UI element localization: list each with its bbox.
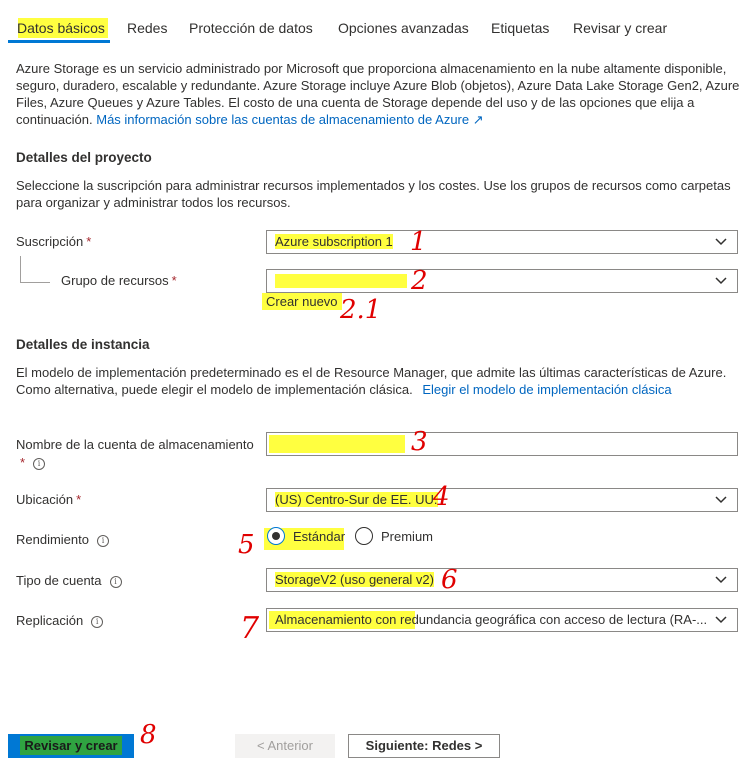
annotation-7: 7 bbox=[240, 611, 260, 646]
classic-deployment-link[interactable]: Elegir el modelo de implementación clási… bbox=[422, 382, 671, 397]
location-label: Ubicación * bbox=[16, 492, 82, 507]
location-select[interactable]: (US) Centro-Sur de EE. UU. bbox=[266, 488, 738, 512]
info-icon[interactable]: i bbox=[97, 534, 109, 547]
annotation-2-1: 2.1 bbox=[340, 295, 382, 325]
project-details-heading: Detalles del proyecto bbox=[16, 150, 152, 165]
subscription-label: Suscripción * bbox=[16, 234, 92, 249]
account-type-select[interactable]: StorageV2 (uso general v2) bbox=[266, 568, 738, 592]
tab-tags[interactable]: Etiquetas bbox=[491, 20, 549, 36]
tab-bar: Datos básicos Redes Protección de datos … bbox=[0, 0, 755, 44]
tab-networking[interactable]: Redes bbox=[127, 20, 167, 36]
chevron-down-icon bbox=[715, 496, 727, 504]
chevron-down-icon bbox=[715, 576, 727, 584]
instance-details-heading: Detalles de instancia bbox=[16, 337, 150, 352]
annotation-2: 2 bbox=[411, 266, 428, 296]
subscription-value: Azure subscription 1 bbox=[275, 234, 393, 249]
tab-data-protection[interactable]: Protección de datos bbox=[189, 20, 313, 36]
subscription-select[interactable]: Azure subscription 1 bbox=[266, 230, 738, 254]
resource-group-select[interactable] bbox=[266, 269, 738, 293]
resource-group-label: Grupo de recursos * bbox=[61, 273, 177, 288]
highlight-mark bbox=[275, 274, 407, 288]
instance-description: El modelo de implementación predetermina… bbox=[16, 364, 746, 398]
chevron-down-icon bbox=[715, 238, 727, 246]
performance-label: Rendimiento i bbox=[16, 532, 109, 547]
review-create-button[interactable]: Revisar y crear bbox=[8, 734, 134, 758]
annotation-6: 6 bbox=[441, 565, 458, 595]
tree-line bbox=[20, 282, 50, 283]
annotation-4: 4 bbox=[433, 482, 450, 512]
create-new-link[interactable]: Crear nuevo bbox=[262, 293, 342, 310]
replication-label: Replicación i bbox=[16, 613, 104, 628]
tree-line bbox=[20, 256, 21, 282]
intro-text: Azure Storage es un servicio administrad… bbox=[16, 60, 746, 128]
chevron-down-icon bbox=[715, 616, 727, 624]
tab-review-create[interactable]: Revisar y crear bbox=[573, 20, 667, 36]
tab-basics[interactable]: Datos básicos bbox=[17, 20, 105, 36]
info-icon[interactable]: i bbox=[91, 615, 104, 628]
replication-select[interactable]: Almacenamiento con redundancia geográfic… bbox=[266, 608, 738, 632]
location-value: (US) Centro-Sur de EE. UU. bbox=[275, 492, 438, 507]
annotation-5: 5 bbox=[238, 530, 255, 560]
annotation-3: 3 bbox=[411, 427, 428, 457]
tab-advanced[interactable]: Opciones avanzadas bbox=[338, 20, 469, 36]
performance-premium-label: Premium bbox=[381, 529, 434, 544]
previous-button[interactable]: < Anterior bbox=[235, 734, 335, 758]
active-tab-indicator bbox=[8, 40, 110, 43]
info-icon[interactable]: i bbox=[33, 457, 46, 470]
performance-standard-radio[interactable] bbox=[267, 527, 285, 545]
learn-more-link[interactable]: Más información sobre las cuentas de alm… bbox=[96, 112, 483, 127]
external-link-icon: ↗ bbox=[472, 112, 484, 127]
account-name-label: Nombre de la cuenta de almacenamiento * i bbox=[16, 437, 254, 470]
info-icon[interactable]: i bbox=[109, 575, 122, 588]
account-type-label: Tipo de cuenta i bbox=[16, 573, 122, 588]
performance-premium-radio[interactable] bbox=[355, 527, 373, 545]
highlight-mark bbox=[269, 435, 405, 453]
annotation-8: 8 bbox=[140, 720, 157, 750]
account-name-input[interactable] bbox=[266, 432, 738, 456]
annotation-1: 1 bbox=[410, 227, 427, 257]
performance-standard-label: Estándar bbox=[293, 529, 346, 544]
project-description: Seleccione la suscripción para administr… bbox=[16, 178, 731, 210]
next-button[interactable]: Siguiente: Redes > bbox=[348, 734, 500, 758]
replication-value: Almacenamiento con redundancia geográfic… bbox=[275, 612, 708, 627]
chevron-down-icon bbox=[715, 277, 727, 285]
account-type-value: StorageV2 (uso general v2) bbox=[275, 572, 434, 587]
